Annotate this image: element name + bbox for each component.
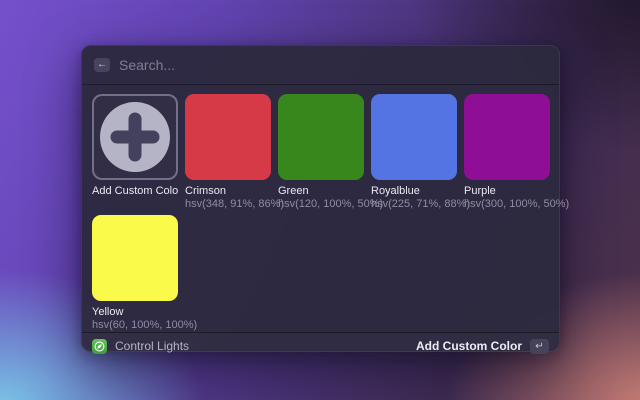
add-custom-color-tile[interactable]: [92, 94, 178, 180]
grid-item-add-custom-color: Add Custom Color: [92, 94, 178, 211]
status-bar: Control Lights Add Custom Color ↵: [82, 332, 559, 359]
grid-item-purple: Purple hsv(300, 100%, 50%): [464, 94, 550, 211]
color-name: Yellow: [92, 306, 178, 319]
color-name: Purple: [464, 185, 550, 198]
desktop-background: { "window": { "search": { "placeholder":…: [0, 0, 640, 400]
control-lights-app-icon: [92, 339, 107, 354]
back-button[interactable]: ←: [94, 58, 110, 72]
leaf-icon: [94, 341, 105, 352]
color-hsv-value: hsv(225, 71%, 88%): [371, 198, 457, 211]
grid-item-yellow: Yellow hsv(60, 100%, 100%): [92, 215, 178, 332]
color-hsv-value: hsv(60, 100%, 100%): [92, 319, 178, 332]
enter-key-icon: ↵: [530, 339, 549, 354]
color-swatch-crimson[interactable]: [185, 94, 271, 180]
color-swatch-royalblue[interactable]: [371, 94, 457, 180]
command-palette-window: ← Add Custom Color Crimson hsv(348, 91%,…: [81, 45, 560, 352]
search-input[interactable]: [119, 57, 547, 73]
search-bar: ←: [82, 46, 559, 85]
color-grid: Add Custom Color Crimson hsv(348, 91%, 8…: [92, 94, 549, 332]
color-name: Crimson: [185, 185, 271, 198]
color-name: Green: [278, 185, 364, 198]
color-swatch-green[interactable]: [278, 94, 364, 180]
color-hsv-value: hsv(120, 100%, 50%): [278, 198, 364, 211]
plus-circle-icon: [100, 102, 170, 172]
app-name: Control Lights: [115, 339, 189, 353]
grid-item-green: Green hsv(120, 100%, 50%): [278, 94, 364, 211]
color-name: Royalblue: [371, 185, 457, 198]
color-hsv-value: hsv(348, 91%, 86%): [185, 198, 271, 211]
grid-item-royalblue: Royalblue hsv(225, 71%, 88%): [371, 94, 457, 211]
primary-action-button[interactable]: Add Custom Color: [416, 339, 522, 353]
color-swatch-yellow[interactable]: [92, 215, 178, 301]
color-grid-area: Add Custom Color Crimson hsv(348, 91%, 8…: [82, 85, 559, 332]
color-hsv-value: hsv(300, 100%, 50%): [464, 198, 550, 211]
grid-item-crimson: Crimson hsv(348, 91%, 86%): [185, 94, 271, 211]
color-swatch-purple[interactable]: [464, 94, 550, 180]
add-custom-color-label: Add Custom Color: [92, 185, 178, 198]
